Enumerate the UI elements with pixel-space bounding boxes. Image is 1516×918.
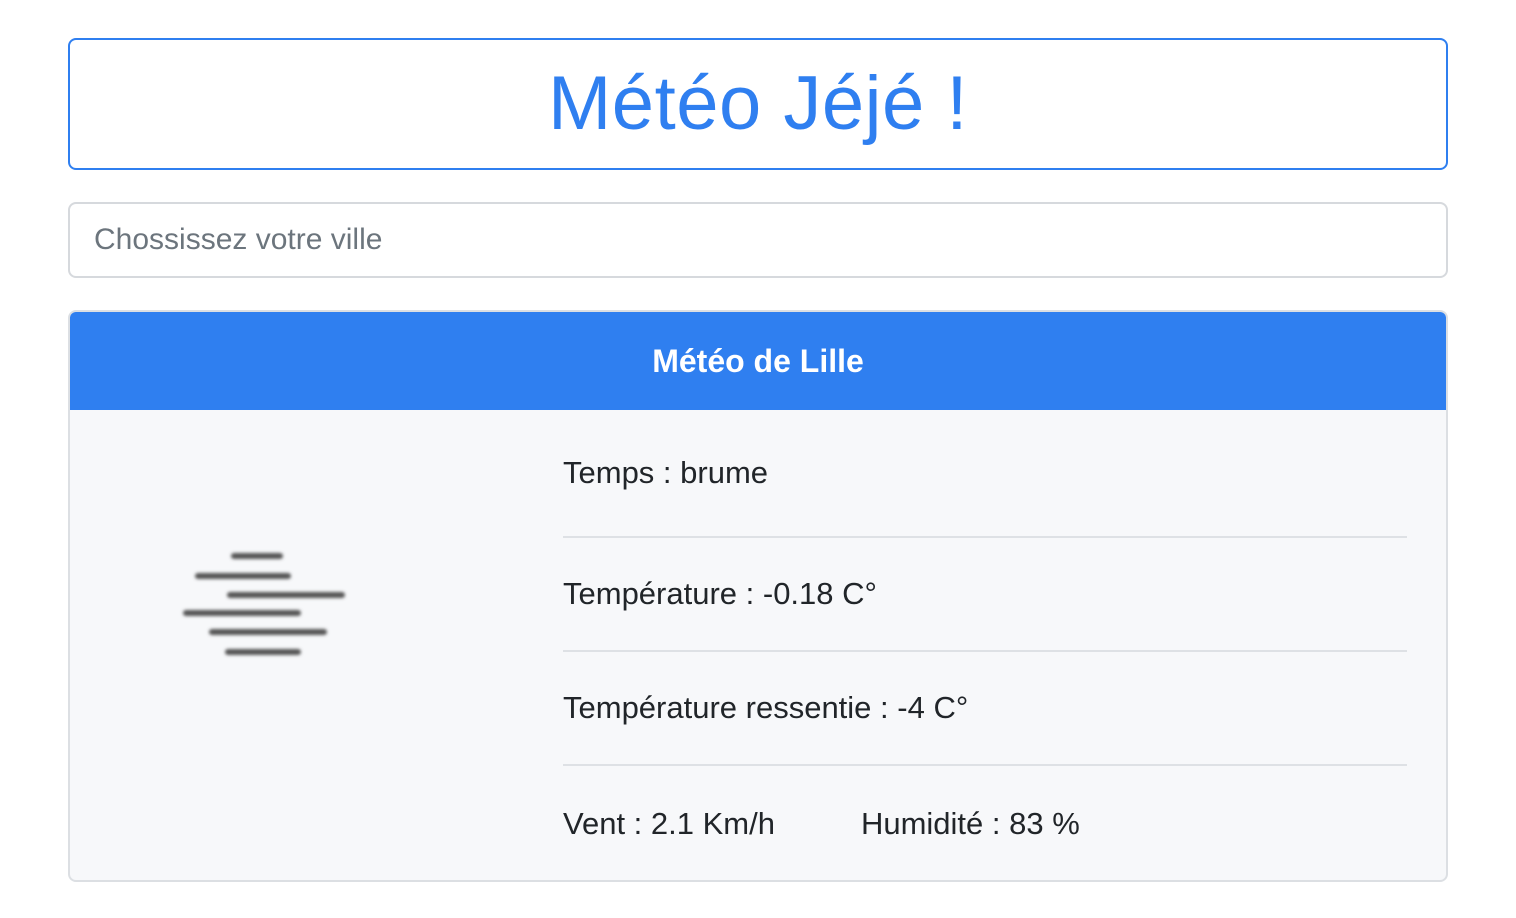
mist-icon [170, 542, 360, 672]
app-title-box: Météo Jéjé ! [68, 38, 1448, 170]
weather-details: Temps : brume Température : -0.18 C° Tem… [563, 410, 1407, 880]
temperature: Température : -0.18 C° [563, 576, 877, 611]
humidity: Humidité : 83 % [860, 805, 1080, 841]
wind-humidity-row: Vent : 2.1 Km/h Humidité : 83 % [563, 766, 1407, 880]
app-title: Météo Jéjé ! [548, 61, 968, 146]
feels-like-temperature: Température ressentie : -4 C° [563, 690, 969, 725]
weather-condition: Temps : brume [563, 455, 769, 490]
city-search-input[interactable] [68, 202, 1448, 278]
weather-condition-row: Temps : brume [563, 410, 1407, 538]
weather-card: Météo de Lille Temps : brume Température [68, 310, 1448, 882]
temperature-row: Température : -0.18 C° [563, 538, 1407, 652]
weather-card-title: Météo de Lille [70, 312, 1446, 410]
wind-speed: Vent : 2.1 Km/h [563, 805, 775, 841]
feels-like-row: Température ressentie : -4 C° [563, 652, 1407, 766]
